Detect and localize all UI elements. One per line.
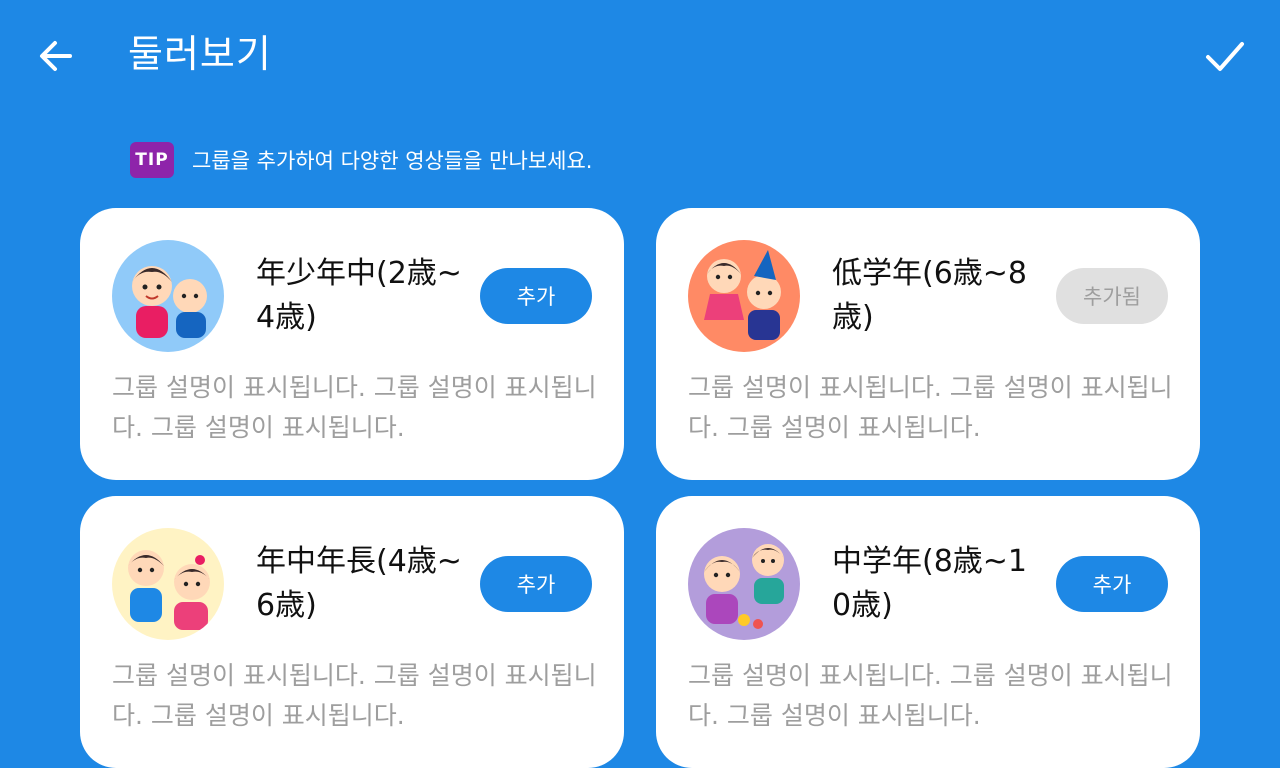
group-card: 年中年長(4歳~6歳) 추가 그룹 설명이 표시됩니다. 그룹 설명이 표시됩니… xyxy=(80,496,624,768)
group-avatar xyxy=(112,240,224,352)
group-avatar xyxy=(688,240,800,352)
tip-badge: TIP xyxy=(130,142,174,178)
arrow-left-icon xyxy=(40,41,72,71)
group-description: 그룹 설명이 표시됩니다. 그룹 설명이 표시됩니다. 그룹 설명이 표시됩니다… xyxy=(112,661,597,730)
group-title: 低学年(6歳~8歳) xyxy=(832,256,1028,335)
app-bar: 둘러보기 xyxy=(0,0,1280,110)
group-title: 年中年長(4歳~6歳) xyxy=(256,544,462,623)
done-button[interactable] xyxy=(1200,34,1248,78)
avatar-bg xyxy=(688,240,800,352)
group-card: 低学年(6歳~8歳) 추가됨 그룹 설명이 표시됩니다. 그룹 설명이 표시됩니… xyxy=(656,208,1200,480)
added-group-button[interactable]: 추가됨 xyxy=(1056,268,1168,324)
check-icon xyxy=(1206,42,1244,71)
group-avatar xyxy=(112,528,224,640)
group-card: 年少年中(2歳~4歳) 추가 그룹 설명이 표시됩니다. 그룹 설명이 표시됩니… xyxy=(80,208,624,480)
group-card: 中学年(8歳~10歳) 추가 그룹 설명이 표시됩니다. 그룹 설명이 표시됩니… xyxy=(656,496,1200,768)
kids-illustration-icon xyxy=(112,528,224,640)
tip-banner: TIP 그룹을 추가하여 다양한 영상들을 만나보세요. xyxy=(130,142,592,178)
group-description: 그룹 설명이 표시됩니다. 그룹 설명이 표시됩니다. 그룹 설명이 표시됩니다… xyxy=(688,373,1173,442)
add-group-button[interactable]: 추가 xyxy=(1056,556,1168,612)
kids-illustration-icon xyxy=(112,240,224,352)
group-avatar xyxy=(688,528,800,640)
page-title: 둘러보기 xyxy=(128,32,272,76)
group-title: 年少年中(2歳~4歳) xyxy=(256,256,462,335)
group-description: 그룹 설명이 표시됩니다. 그룹 설명이 표시됩니다. 그룹 설명이 표시됩니다… xyxy=(688,661,1173,730)
group-title: 中学年(8歳~10歳) xyxy=(832,544,1028,623)
back-button[interactable] xyxy=(34,34,78,78)
kids-illustration-icon xyxy=(688,240,800,352)
tip-text: 그룹을 추가하여 다양한 영상들을 만나보세요. xyxy=(192,149,593,173)
group-description: 그룹 설명이 표시됩니다. 그룹 설명이 표시됩니다. 그룹 설명이 표시됩니다… xyxy=(112,373,597,442)
add-group-button[interactable]: 추가 xyxy=(480,556,592,612)
add-group-button[interactable]: 추가 xyxy=(480,268,592,324)
kids-illustration-icon xyxy=(688,528,800,640)
